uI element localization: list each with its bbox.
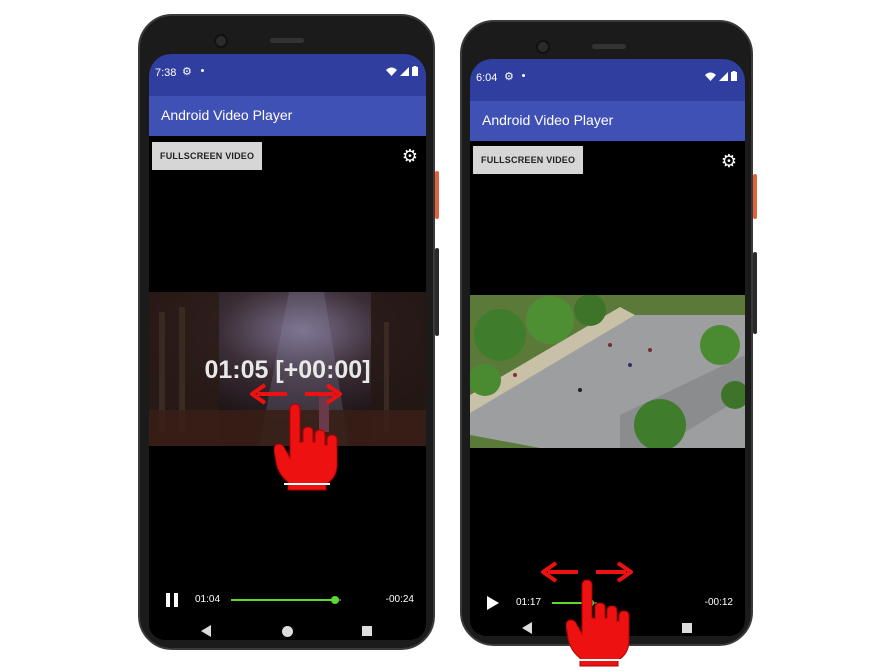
fullscreen-video-button[interactable]: FULLSCREEN VIDEO [473,146,584,174]
video-frame[interactable] [470,295,745,448]
signal-icon [719,71,728,81]
status-dot-icon [522,74,525,77]
status-gear-icon: ⚙ [504,71,514,83]
seek-bar[interactable] [231,594,341,606]
system-icons [705,71,737,81]
status-time: 7:38 [155,67,177,79]
back-nav-icon[interactable] [201,625,211,637]
status-bar: 7:38 ⚙ [149,54,426,96]
right-screen: 6:04 ⚙ Android Video Player FULLSCREEN V… [470,59,745,636]
play-icon[interactable] [487,596,499,610]
recents-nav-icon[interactable] [362,626,372,636]
fullscreen-video-button[interactable]: FULLSCREEN VIDEO [152,142,263,170]
earpiece-speaker [592,44,626,49]
left-screen: 7:38 ⚙ Android Video Player FULLSCREEN V… [149,54,426,640]
home-nav-icon[interactable] [282,626,293,637]
wifi-icon [705,72,716,81]
elapsed-time: 01:17 [516,597,542,608]
battery-icon [731,71,737,81]
playback-controls: 01:04 -00:24 [149,588,426,612]
front-camera [536,40,550,54]
seek-progress [231,599,335,601]
settings-gear-icon[interactable]: ⚙ [721,151,737,172]
status-dot-icon [201,69,204,72]
navigation-bar [149,616,426,640]
back-nav-icon[interactable] [522,622,532,634]
status-gear-icon: ⚙ [182,66,192,78]
earpiece-speaker [270,38,304,43]
remaining-time: -00:24 [385,594,414,605]
app-title: Android Video Player [482,112,614,128]
system-icons [386,66,418,76]
swipe-hand-icon [274,403,338,491]
app-bar: Android Video Player [470,101,745,141]
left-phone-frame: 7:38 ⚙ Android Video Player FULLSCREEN V… [138,14,439,650]
seek-overlay-text: 01:05 [+00:00] [204,356,371,384]
pause-icon[interactable] [166,593,178,607]
signal-icon [400,66,409,76]
video-scene-aerial-park [470,295,745,448]
power-button [435,171,439,219]
right-phone-frame: 6:04 ⚙ Android Video Player FULLSCREEN V… [460,20,757,646]
swipe-hand-icon [566,579,630,667]
power-button [753,174,757,219]
status-bar: 6:04 ⚙ [470,59,745,101]
remaining-time: -00:12 [704,597,733,608]
settings-gear-icon[interactable]: ⚙ [402,146,418,167]
volume-button [753,252,757,334]
front-camera [214,34,228,48]
wifi-icon [386,67,397,76]
app-title: Android Video Player [161,107,293,123]
status-time: 6:04 [476,72,498,84]
battery-icon [412,66,418,76]
seek-thumb[interactable] [331,596,339,604]
volume-button [435,248,439,336]
app-bar: Android Video Player [149,96,426,136]
elapsed-time: 01:04 [195,594,221,605]
recents-nav-icon[interactable] [682,623,692,633]
